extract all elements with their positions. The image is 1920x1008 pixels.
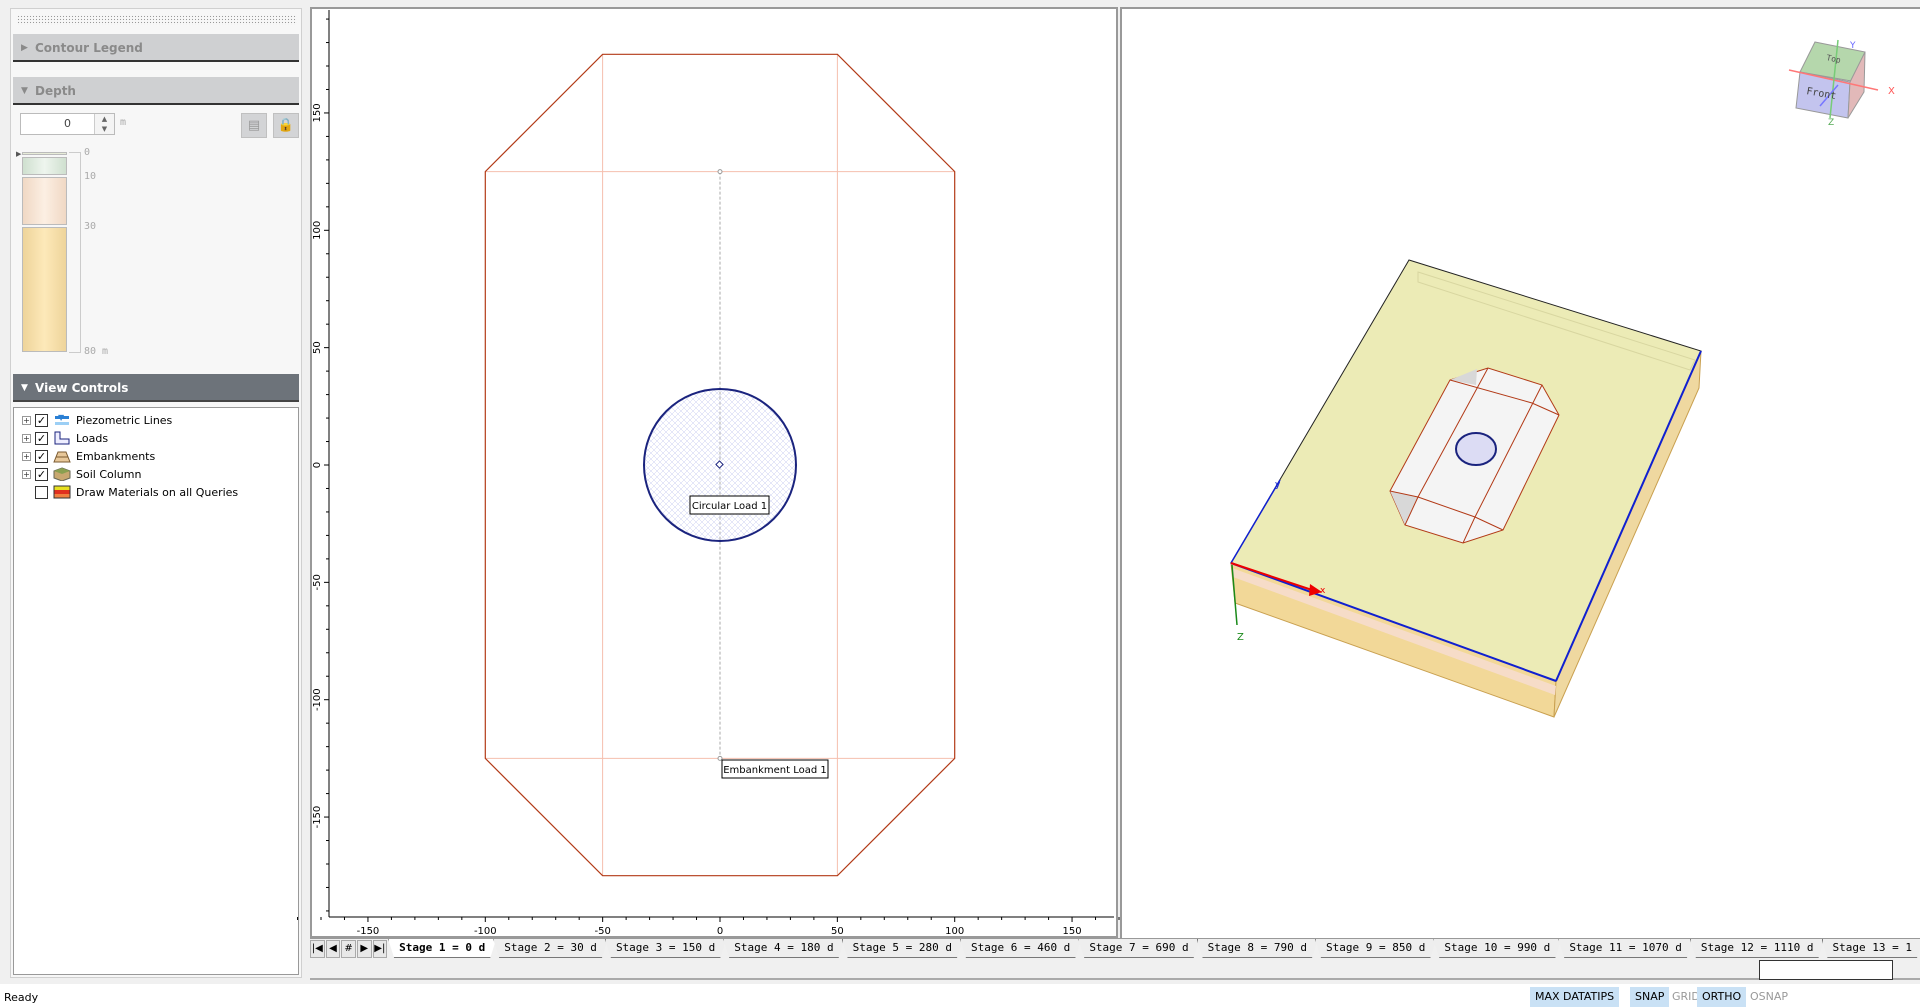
stage-tab[interactable]: Stage 7 = 690 d [1078, 939, 1199, 958]
status-indicator-ortho[interactable]: ORTHO [1697, 987, 1747, 1007]
status-field[interactable] [1759, 960, 1893, 980]
view-cube[interactable]: Top Front X Y Z [1788, 39, 1895, 128]
svg-text:Z: Z [1828, 118, 1834, 128]
status-text: Ready [4, 991, 39, 1004]
stage-tab[interactable]: Stage 1 = 0 d [388, 939, 496, 958]
stage-tabs: |◀ ◀ # ▶ ▶| Stage 1 = 0 d Stage 2 = 30 d Stage … [310, 938, 1920, 958]
stage-tab[interactable]: Stage 2 = 30 d [493, 939, 608, 958]
stage-tab[interactable]: Stage 8 = 790 d [1197, 939, 1318, 958]
stage-nav-button[interactable]: # [341, 940, 356, 958]
stage-tab[interactable]: Stage 6 = 460 d [960, 939, 1081, 958]
status-indicator-osnap[interactable]: OSNAP [1745, 987, 1793, 1007]
tab-strip-footer [310, 958, 1920, 980]
status-indicator-snap[interactable]: SNAP [1630, 987, 1670, 1007]
svg-text:X: X [1888, 86, 1895, 97]
stage-tab[interactable]: Stage 4 = 180 d [723, 939, 844, 958]
stage-tab[interactable]: Stage 5 = 280 d [842, 939, 963, 958]
stage-nav-button[interactable]: ▶| [372, 940, 388, 958]
stage-tab[interactable]: Stage 12 = 1110 d [1690, 939, 1825, 958]
stage-tab[interactable]: Stage 10 = 990 d [1433, 939, 1561, 958]
stage-tab[interactable]: Stage 9 = 850 d [1315, 939, 1436, 958]
circular-load-3d[interactable] [1455, 432, 1497, 466]
stage-tab[interactable]: Stage 3 = 150 d [605, 939, 726, 958]
svg-text:Y: Y [1849, 41, 1856, 51]
stage-nav-button[interactable]: ◀ [325, 940, 341, 958]
status-indicator-max-datatips[interactable]: MAX DATATIPS [1530, 987, 1620, 1007]
svg-text:y: y [1275, 480, 1281, 490]
stage-tab[interactable]: Stage 13 = 1 [1822, 939, 1920, 958]
stage-nav-button[interactable]: |◀ [310, 940, 325, 958]
svg-text:Z: Z [1237, 632, 1244, 643]
svg-text:x: x [1320, 586, 1326, 596]
stage-tab[interactable]: Stage 11 = 1070 d [1558, 939, 1693, 958]
3d-model: x y Z Top Front X Y Z [1230, 39, 1895, 718]
stage-nav-button[interactable]: ▶ [356, 940, 372, 958]
